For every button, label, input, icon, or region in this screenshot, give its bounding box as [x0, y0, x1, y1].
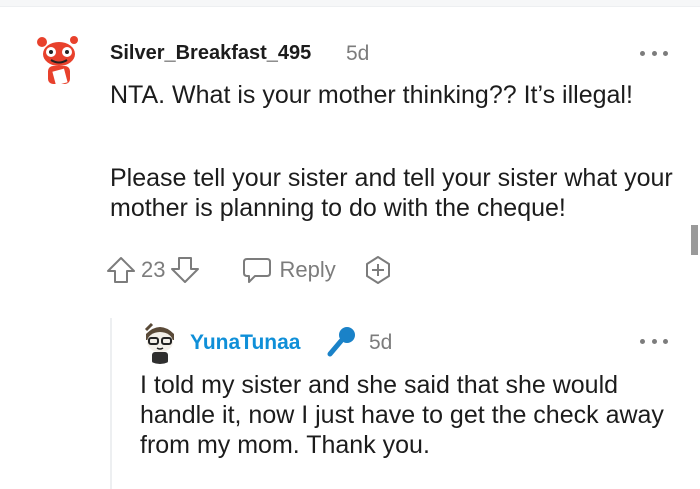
top-divider [0, 0, 700, 7]
snoo-avatar-icon [30, 30, 88, 88]
comment-paragraph: Please tell your sister and tell your si… [110, 164, 673, 222]
reply-button[interactable]: Reply [241, 255, 336, 285]
user-avatar[interactable] [30, 30, 88, 88]
microphone-icon [327, 327, 355, 357]
vote-count: 23 [141, 257, 166, 282]
reply-text: I told my sister and she said that she w… [140, 371, 664, 459]
snoo-avatar-icon [140, 320, 180, 364]
comment-timestamp: 5d [346, 42, 370, 65]
award-icon[interactable] [362, 254, 394, 286]
more-options-icon[interactable] [640, 48, 668, 58]
reply-user-avatar[interactable] [140, 320, 180, 364]
reply-icon [243, 258, 272, 283]
comment-actions: 23 Reply [105, 253, 394, 287]
comment-username[interactable]: Silver_Breakfast_495 [110, 42, 311, 65]
reply-username[interactable]: YunaTunaa [190, 331, 300, 355]
downvote-icon[interactable] [169, 254, 201, 286]
scrollbar-thumb[interactable] [691, 225, 698, 255]
reply-label: Reply [279, 257, 336, 282]
upvote-icon[interactable] [105, 254, 137, 286]
comment-paragraph: NTA. What is your mother thinking?? It’s… [110, 81, 633, 109]
reply-timestamp: 5d [369, 331, 393, 354]
thread-line[interactable] [110, 318, 112, 489]
reply-more-options-icon[interactable] [640, 336, 668, 346]
